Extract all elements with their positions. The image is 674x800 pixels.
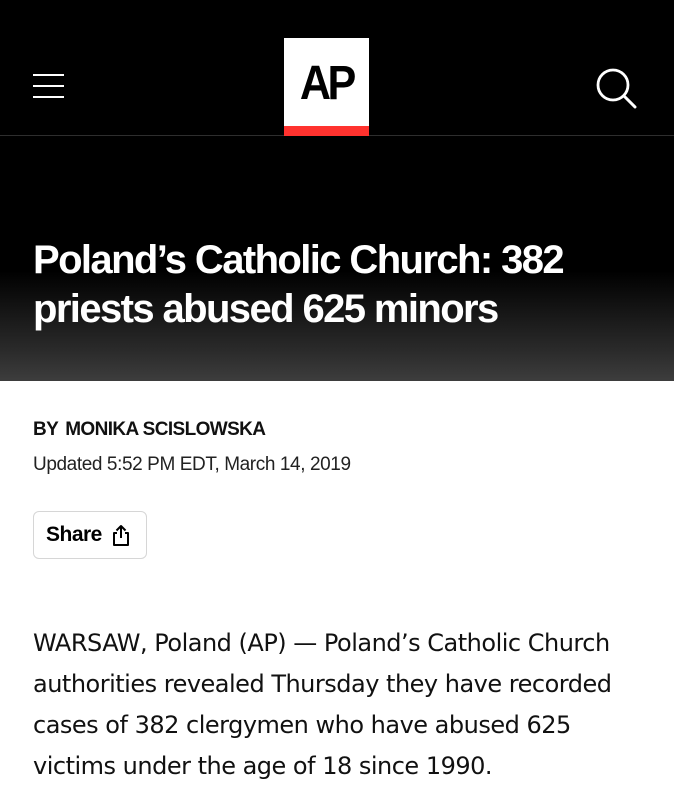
share-button[interactable]: Share: [33, 511, 147, 559]
article-headline: Poland’s Catholic Church: 382 priests ab…: [33, 238, 565, 331]
menu-line: [33, 85, 64, 87]
article-body-paragraph: WARSAW, Poland (AP) — Poland’s Catholic …: [33, 629, 612, 780]
article-hero: Poland’s Catholic Church: 382 priests ab…: [0, 136, 674, 381]
share-icon: [110, 523, 132, 547]
menu-line: [33, 74, 64, 76]
share-label: Share: [46, 523, 102, 546]
article-meta: BY MONIKA SCISLOWSKA Updated 5:52 PM EDT,…: [0, 381, 674, 559]
byline-prefix: BY: [33, 419, 59, 440]
search-icon[interactable]: [594, 66, 638, 110]
top-navigation-bar: AP: [0, 0, 674, 136]
search-icon-graphic: [596, 68, 637, 109]
updated-timestamp: Updated 5:52 PM EDT, March 14, 2019: [33, 454, 351, 475]
share-icon-graphic: [112, 525, 129, 546]
byline: BY MONIKA SCISLOWSKA: [33, 415, 641, 445]
hamburger-menu-icon[interactable]: [33, 74, 65, 100]
author-name[interactable]: MONIKA SCISLOWSKA: [65, 419, 266, 440]
menu-line: [33, 96, 64, 98]
logo-text: AP: [300, 56, 356, 110]
ap-logo[interactable]: AP: [284, 38, 369, 136]
